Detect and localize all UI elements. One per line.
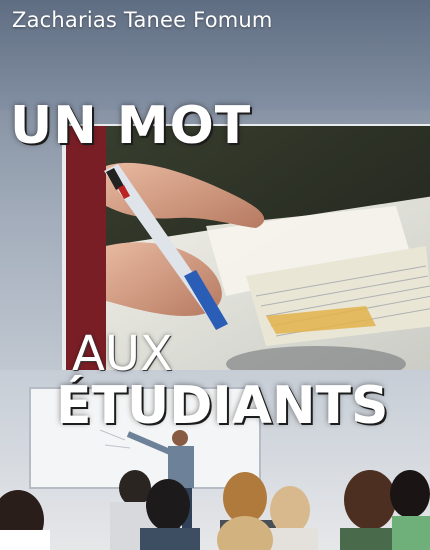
author-name: Zacharias Tanee Fomum (12, 8, 273, 32)
title-line-un-mot: UN MOT (10, 96, 252, 156)
title-line-etudiants: ÉTUDIANTS (56, 376, 389, 436)
title-line-aux: AUX (72, 326, 173, 382)
book-cover: Zacharias Tanee Fomum UN MOT AUX ÉTUDIAN… (0, 0, 430, 550)
